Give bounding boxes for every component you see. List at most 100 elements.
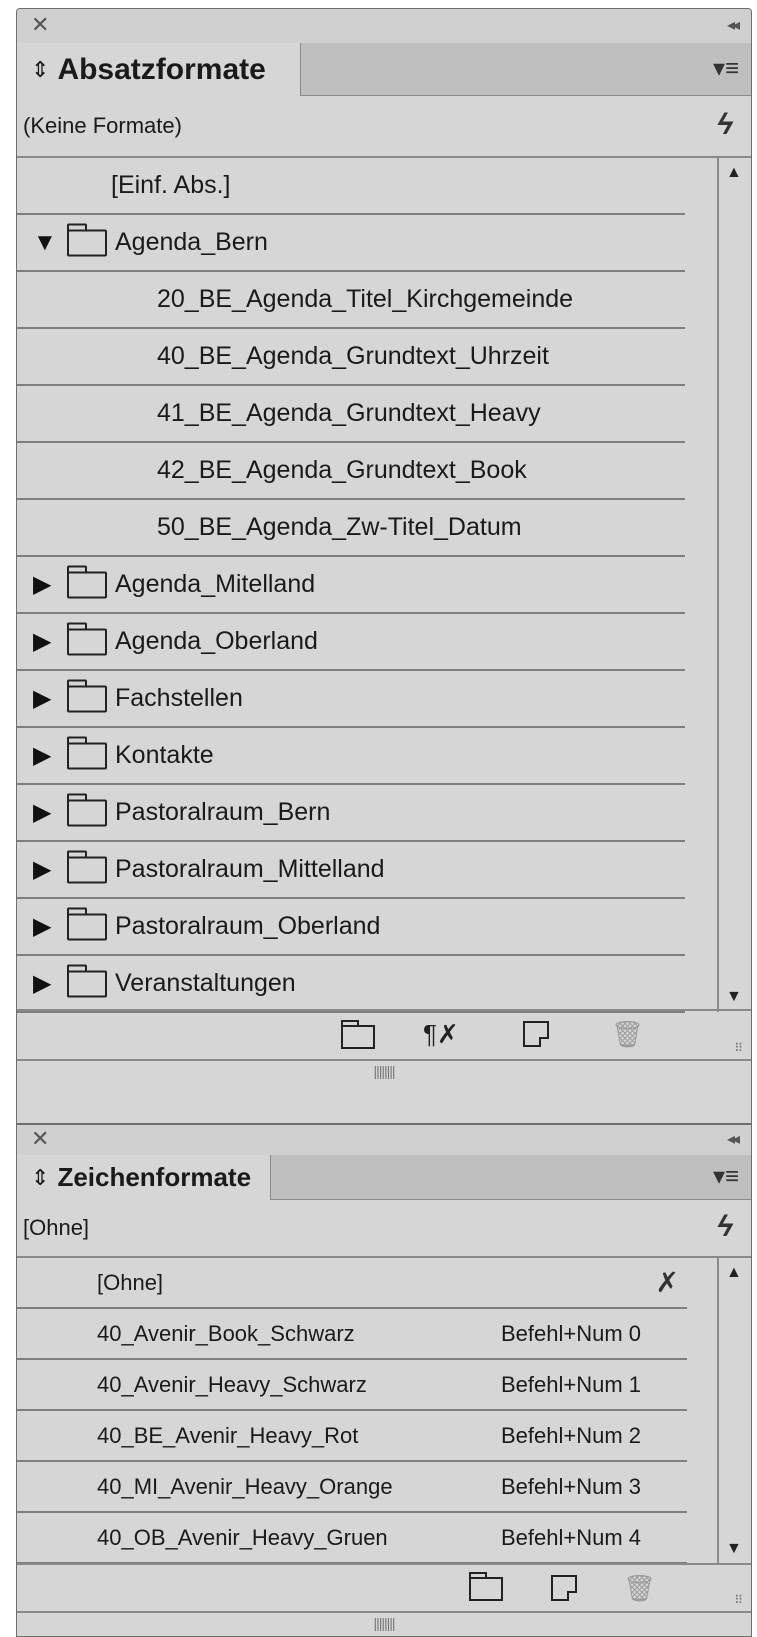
disclosure-collapsed-icon[interactable]: ▶ xyxy=(33,798,51,827)
folder-icon xyxy=(67,223,107,256)
style-label: 40_BE_Agenda_Grundtext_Uhrzeit xyxy=(157,342,549,370)
collapse-icon[interactable]: ◂◂ xyxy=(727,13,740,39)
resize-grip-icon[interactable]: ⠿ xyxy=(734,1042,743,1054)
scroll-up-arrow-icon[interactable]: ▲ xyxy=(726,1264,742,1282)
panel-divider-handle[interactable]: |||||||| xyxy=(17,1611,751,1631)
resize-grip-icon[interactable]: ⠿ xyxy=(734,1594,743,1606)
current-style-row: [Ohne] ϟ xyxy=(17,1200,751,1258)
new-group-folder-icon[interactable] xyxy=(469,1572,503,1601)
style-label: 40_MI_Avenir_Heavy_Orange xyxy=(97,1473,393,1499)
scrollbar[interactable]: ▲ ▼ xyxy=(717,158,751,1012)
style-group-row[interactable]: ▶ Fachstellen xyxy=(17,671,685,728)
character-style-row[interactable]: 40_MI_Avenir_Heavy_Orange Befehl+Num 3 xyxy=(17,1462,687,1513)
scrollbar[interactable]: ▲ ▼ xyxy=(717,1258,751,1564)
clear-overrides-icon[interactable]: ¶✗ xyxy=(423,1019,459,1050)
panel-menu-icon[interactable]: ▾≡ xyxy=(713,55,739,83)
disclosure-collapsed-icon[interactable]: ▶ xyxy=(33,684,51,713)
lightning-bolt-icon[interactable]: ϟ xyxy=(717,108,733,142)
folder-icon xyxy=(67,793,107,826)
scroll-down-arrow-icon[interactable]: ▼ xyxy=(726,1540,742,1558)
panel-divider-handle[interactable]: |||||||| xyxy=(17,1059,751,1079)
style-list-area: [Einf. Abs.] ▼ Agenda_Bern 20_BE_Agenda_Tit… xyxy=(17,158,751,1013)
style-group-row[interactable]: ▶ Pastoralraum_Mittelland xyxy=(17,842,685,899)
group-label: Pastoralraum_Mittelland xyxy=(115,855,385,883)
style-group-row[interactable]: ▶ Pastoralraum_Oberland xyxy=(17,899,685,956)
panel-footer: ¶✗ 🗑 ⠿ xyxy=(17,1009,751,1059)
character-style-row[interactable]: 40_Avenir_Heavy_Schwarz Befehl+Num 1 xyxy=(17,1360,687,1411)
disclosure-collapsed-icon[interactable]: ▶ xyxy=(33,969,51,998)
tab-row: ⇕ Zeichenformate ▾≡ xyxy=(17,1155,751,1200)
disclosure-collapsed-icon[interactable]: ▶ xyxy=(33,741,51,770)
character-style-row[interactable]: [Ohne] ✗ xyxy=(17,1258,687,1309)
style-row[interactable]: 40_BE_Agenda_Grundtext_Uhrzeit xyxy=(17,329,685,386)
new-group-folder-icon[interactable] xyxy=(341,1020,375,1049)
group-label: Fachstellen xyxy=(115,684,243,712)
character-style-row[interactable]: 40_OB_Avenir_Heavy_Gruen Befehl+Num 4 xyxy=(17,1513,687,1564)
disclosure-expanded-icon[interactable]: ▼ xyxy=(33,229,57,257)
keyboard-shortcut: Befehl+Num 4 xyxy=(500,1524,641,1550)
tab-row: ⇕ Absatzformate ▾≡ xyxy=(17,43,751,96)
style-row[interactable]: 20_BE_Agenda_Titel_Kirchgemeinde xyxy=(17,272,685,329)
new-style-icon[interactable] xyxy=(523,1021,549,1047)
tab-label: Zeichenformate xyxy=(57,1162,252,1192)
sort-icon: ⇕ xyxy=(31,1164,50,1190)
style-label: 50_BE_Agenda_Zw-Titel_Datum xyxy=(157,513,522,541)
current-style-label: (Keine Formate) xyxy=(23,113,182,138)
style-row[interactable]: 41_BE_Agenda_Grundtext_Heavy xyxy=(17,386,685,443)
keyboard-shortcut: Befehl+Num 2 xyxy=(500,1422,641,1448)
tab-label: Absatzformate xyxy=(57,52,266,86)
current-style-row: (Keine Formate) ϟ xyxy=(17,96,751,158)
paragraph-style-list: [Einf. Abs.] ▼ Agenda_Bern 20_BE_Agenda_Tit… xyxy=(17,158,685,1013)
tab-paragraph-styles[interactable]: ⇕ Absatzformate xyxy=(17,43,301,96)
style-row[interactable]: 42_BE_Agenda_Grundtext_Book xyxy=(17,443,685,500)
style-group-row[interactable]: ▶ Veranstaltungen xyxy=(17,956,685,1013)
character-style-row[interactable]: 40_BE_Avenir_Heavy_Rot Befehl+Num 2 xyxy=(17,1411,687,1462)
style-label: 41_BE_Agenda_Grundtext_Heavy xyxy=(157,399,541,427)
scroll-up-arrow-icon[interactable]: ▲ xyxy=(726,164,742,182)
disclosure-collapsed-icon[interactable]: ▶ xyxy=(33,855,51,884)
disclosure-collapsed-icon[interactable]: ▶ xyxy=(33,570,51,599)
collapse-icon[interactable]: ◂◂ xyxy=(727,1127,740,1153)
style-label: 40_Avenir_Heavy_Schwarz xyxy=(97,1371,367,1397)
sort-icon: ⇕ xyxy=(31,56,50,82)
new-style-icon[interactable] xyxy=(551,1575,577,1601)
close-icon[interactable]: ✕ xyxy=(31,11,49,39)
style-group-row[interactable]: ▼ Agenda_Bern xyxy=(17,215,685,272)
trash-icon[interactable]: 🗑 xyxy=(623,1573,656,1604)
keyboard-shortcut: Befehl+Num 3 xyxy=(500,1473,641,1499)
folder-icon xyxy=(67,679,107,712)
folder-icon xyxy=(67,907,107,940)
close-icon[interactable]: ✕ xyxy=(31,1125,49,1153)
disclosure-collapsed-icon[interactable]: ▶ xyxy=(33,912,51,941)
trash-icon[interactable]: 🗑 xyxy=(611,1019,644,1050)
folder-icon xyxy=(67,565,107,598)
panel-titlebar: ✕ ◂◂ xyxy=(17,9,751,43)
style-label: 40_Avenir_Book_Schwarz xyxy=(97,1320,355,1346)
tab-character-styles[interactable]: ⇕ Zeichenformate xyxy=(17,1155,271,1200)
style-row[interactable]: 50_BE_Agenda_Zw-Titel_Datum xyxy=(17,500,685,557)
group-label: Pastoralraum_Bern xyxy=(115,798,331,826)
style-label: 20_BE_Agenda_Titel_Kirchgemeinde xyxy=(157,285,574,313)
scroll-down-arrow-icon[interactable]: ▼ xyxy=(726,988,742,1006)
style-group-row[interactable]: ▶ Kontakte xyxy=(17,728,685,785)
keyboard-shortcut: Befehl+Num 0 xyxy=(500,1320,641,1346)
folder-icon xyxy=(67,964,107,997)
non-editable-pencil-icon: ✗ xyxy=(655,1267,679,1298)
divider-grip-icon: |||||||| xyxy=(373,1063,395,1079)
panel-menu-icon[interactable]: ▾≡ xyxy=(713,1163,739,1191)
character-styles-panel: ✕ ◂◂ ⇕ Zeichenformate ▾≡ [Ohne] ϟ [Ohne]… xyxy=(16,1124,752,1637)
style-label: 40_OB_Avenir_Heavy_Gruen xyxy=(97,1524,388,1550)
lightning-bolt-icon[interactable]: ϟ xyxy=(717,1210,733,1244)
style-group-row[interactable]: ▶ Pastoralraum_Bern xyxy=(17,785,685,842)
character-style-row[interactable]: 40_Avenir_Book_Schwarz Befehl+Num 0 xyxy=(17,1309,687,1360)
keyboard-shortcut: Befehl+Num 1 xyxy=(500,1371,641,1397)
style-group-row[interactable]: ▶ Agenda_Mitelland xyxy=(17,557,685,614)
group-label: Agenda_Mitelland xyxy=(115,570,316,598)
panel-titlebar: ✕ ◂◂ xyxy=(17,1125,751,1155)
disclosure-collapsed-icon[interactable]: ▶ xyxy=(33,627,51,656)
group-label: Agenda_Bern xyxy=(115,228,268,256)
style-label: 40_BE_Avenir_Heavy_Rot xyxy=(97,1422,359,1448)
group-label: Kontakte xyxy=(115,741,214,769)
style-row[interactable]: [Einf. Abs.] xyxy=(17,158,685,215)
style-group-row[interactable]: ▶ Agenda_Oberland xyxy=(17,614,685,671)
